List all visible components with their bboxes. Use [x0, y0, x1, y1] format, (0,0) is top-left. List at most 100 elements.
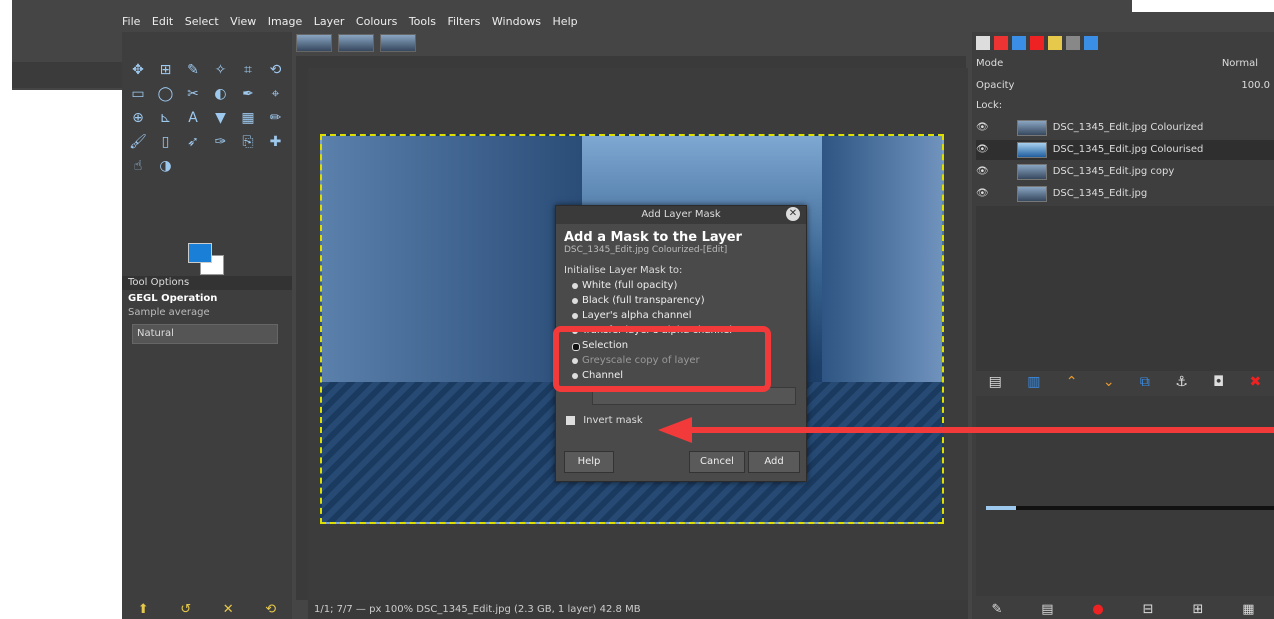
paintbrush-icon[interactable]: 🖌 [128, 132, 148, 152]
delete-options-icon[interactable]: ✕ [223, 602, 234, 617]
paths-tab-icon[interactable] [1012, 36, 1026, 50]
raise-layer-icon[interactable]: ⌃ [1066, 374, 1078, 390]
invert-mask-checkbox[interactable] [566, 415, 575, 425]
mode-value[interactable]: Normal [1222, 56, 1258, 72]
tool-options-tab[interactable]: Tool Options [122, 276, 292, 290]
image-tab-1[interactable] [296, 34, 332, 52]
image-tab-2[interactable] [338, 34, 374, 52]
layer-row[interactable]: 👁 DSC_1345_Edit.jpg Colourised [976, 140, 1274, 160]
scissors-icon[interactable]: ✂ [183, 84, 203, 104]
menu-file[interactable]: File [122, 15, 140, 28]
brush-preview [986, 506, 1016, 510]
new-layer-icon[interactable]: ▤ [989, 374, 1002, 390]
rect-select-icon[interactable]: ▭ [128, 84, 148, 104]
restore-options-icon[interactable]: ↺ [180, 602, 191, 617]
opacity-value[interactable]: 100.0 [1241, 78, 1270, 94]
menu-select[interactable]: Select [185, 15, 219, 28]
visibility-eye-icon[interactable]: 👁 [976, 118, 989, 138]
option-alpha[interactable]: Layer's alpha channel [556, 308, 806, 323]
layer-row[interactable]: 👁 DSC_1345_Edit.jpg Colourized [976, 118, 1274, 138]
gradient-tool-icon[interactable]: ▦ [238, 108, 258, 128]
layer-row[interactable]: 👁 DSC_1345_Edit.jpg copy [976, 162, 1274, 182]
delete-layer-icon[interactable]: ✖ [1250, 374, 1262, 390]
align-tool-icon[interactable]: ⊞ [156, 60, 176, 80]
tools-grid: ✥ ⊞ ✎ ✧ ⌗ ⟲ ▭ ◯ ✂ ◐ ✒ ⌖ ⊕ ⊾ A ▼ ▦ ✏ 🖌 ▯ … [126, 58, 292, 178]
menu-edit[interactable]: Edit [152, 15, 173, 28]
menu-view[interactable]: View [230, 15, 256, 28]
image-tabs [296, 34, 426, 54]
duplicate-layer-icon[interactable]: ⧉ [1140, 374, 1150, 390]
clone-tool-icon[interactable]: ⎘ [238, 132, 258, 152]
plus-icon[interactable]: ⊞ [1192, 602, 1203, 617]
fuzzy-select-icon[interactable]: ✧ [211, 60, 231, 80]
close-icon[interactable]: ✕ [786, 207, 800, 221]
color-picker-icon[interactable]: ⌖ [266, 84, 286, 104]
add-button[interactable]: Add [748, 451, 800, 473]
menu-windows[interactable]: Windows [492, 15, 541, 28]
opacity-row[interactable]: Opacity 100.0 [976, 78, 1274, 94]
help-button[interactable]: Help [564, 451, 614, 473]
layer-name: DSC_1345_Edit.jpg Colourised [1052, 144, 1204, 155]
heal-tool-icon[interactable]: ✚ [266, 132, 286, 152]
foreground-select-icon[interactable]: ◐ [211, 84, 231, 104]
save-options-icon[interactable]: ⬆ [138, 602, 149, 617]
image-tab-3[interactable] [380, 34, 416, 52]
move-tool-icon[interactable]: ✥ [128, 60, 148, 80]
undo-history-tab-icon[interactable] [1066, 36, 1080, 50]
new-brush-icon[interactable]: ▤ [1041, 602, 1053, 617]
mode-row[interactable]: Mode Normal [976, 56, 1274, 72]
eraser-icon[interactable]: ▯ [156, 132, 176, 152]
menu-help[interactable]: Help [553, 15, 578, 28]
menu-filters[interactable]: Filters [447, 15, 480, 28]
free-select-icon[interactable]: ✎ [183, 60, 203, 80]
dock-tab-icons [976, 36, 1136, 54]
histogram-tab-icon[interactable] [1048, 36, 1062, 50]
delete-brush-icon[interactable]: ● [1092, 602, 1103, 617]
brushes-panel [976, 396, 1274, 596]
colormap-tab-icon[interactable] [1030, 36, 1044, 50]
new-layer-group-icon[interactable]: ▥ [1027, 374, 1040, 390]
crop-tool-icon[interactable]: ⌗ [238, 60, 258, 80]
layers-tab-icon[interactable] [976, 36, 990, 50]
minus-icon[interactable]: ⊟ [1143, 602, 1154, 617]
images-tab-icon[interactable] [1084, 36, 1098, 50]
tool-options-panel: Tool Options GEGL Operation Sample avera… [122, 276, 292, 346]
tool-options-select[interactable]: Natural [132, 324, 278, 344]
channels-tab-icon[interactable] [994, 36, 1008, 50]
pencil-tool-icon[interactable]: ✏ [266, 108, 286, 128]
foreground-color-swatch[interactable] [188, 243, 212, 263]
lock-row: Lock: [976, 98, 1274, 114]
fg-bg-colors[interactable] [188, 243, 224, 275]
brush-stroke-bar [1016, 506, 1274, 510]
menu-tools[interactable]: Tools [409, 15, 436, 28]
reset-options-icon[interactable]: ⟲ [265, 602, 276, 617]
paths-tool-icon[interactable]: ✒ [238, 84, 258, 104]
add-mask-icon[interactable]: ◘ [1213, 374, 1224, 390]
tool-options-title: GEGL Operation [128, 293, 218, 304]
transform-tool-icon[interactable]: ⟲ [266, 60, 286, 80]
anchor-layer-icon[interactable]: ⚓ [1175, 374, 1188, 390]
text-tool-icon[interactable]: A [183, 108, 203, 128]
lower-layer-icon[interactable]: ⌄ [1103, 374, 1115, 390]
cancel-button[interactable]: Cancel [689, 451, 745, 473]
visibility-eye-icon[interactable]: 👁 [976, 184, 989, 204]
menu-colours[interactable]: Colours [356, 15, 397, 28]
visibility-eye-icon[interactable]: 👁 [976, 162, 989, 182]
airbrush-icon[interactable]: ➶ [183, 132, 203, 152]
dodge-burn-icon[interactable]: ◑ [156, 156, 176, 176]
menu-layer[interactable]: Layer [314, 15, 345, 28]
layer-row[interactable]: 👁 DSC_1345_Edit.jpg [976, 184, 1274, 204]
annotation-arrow-line [690, 427, 1274, 433]
zoom-tool-icon[interactable]: ⊕ [128, 108, 148, 128]
option-black[interactable]: Black (full transparency) [556, 293, 806, 308]
menu-image[interactable]: Image [268, 15, 302, 28]
bucket-fill-icon[interactable]: ▼ [211, 108, 231, 128]
measure-tool-icon[interactable]: ⊾ [156, 108, 176, 128]
smudge-tool-icon[interactable]: ☝ [128, 156, 148, 176]
grid-view-icon[interactable]: ▦ [1242, 602, 1254, 617]
visibility-eye-icon[interactable]: 👁 [976, 140, 989, 160]
option-white[interactable]: White (full opacity) [556, 278, 806, 293]
edit-brush-icon[interactable]: ✎ [991, 602, 1002, 617]
ellipse-select-icon[interactable]: ◯ [156, 84, 176, 104]
ink-tool-icon[interactable]: ✑ [211, 132, 231, 152]
